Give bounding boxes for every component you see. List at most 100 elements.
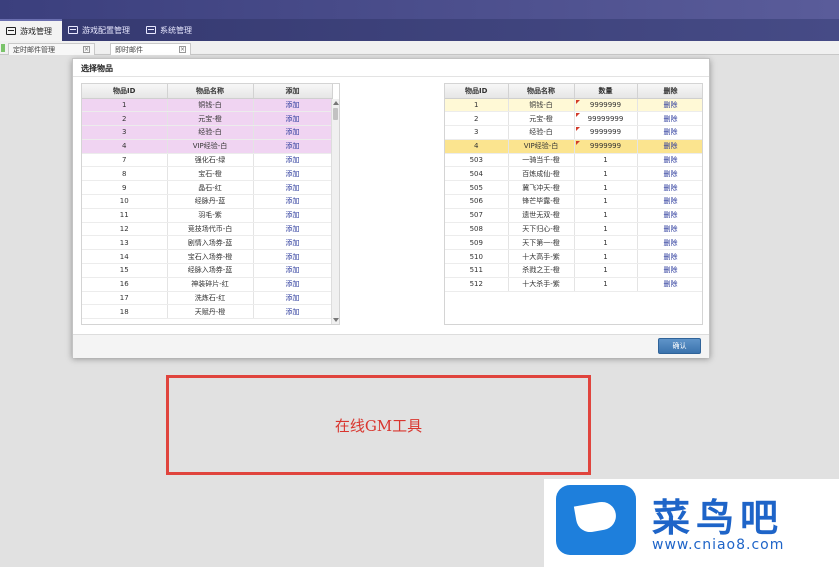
quantity-cell[interactable]: 9999999 (574, 125, 638, 140)
column-header[interactable]: 物品名称 (167, 84, 254, 99)
tab-instant-mail[interactable]: 即时邮件 × (110, 43, 191, 55)
quantity-cell[interactable]: 1 (574, 180, 638, 196)
delete-link[interactable]: 删除 (637, 263, 702, 278)
table-row[interactable]: 4 VIP经验-白 9999999 删除 (445, 139, 702, 154)
quantity-cell[interactable]: 9999999 (574, 139, 638, 154)
delete-link[interactable]: 删除 (637, 235, 702, 251)
delete-link[interactable]: 删除 (637, 139, 702, 154)
table-row[interactable]: 504 百炼成仙-橙 1 删除 (445, 166, 702, 182)
delete-link[interactable]: 删除 (637, 222, 702, 237)
menu-item-system-management[interactable]: 系统管理 (140, 19, 202, 41)
column-header[interactable]: 物品ID (82, 84, 168, 99)
add-link[interactable]: 添加 (253, 111, 333, 127)
delete-link[interactable]: 删除 (637, 98, 702, 113)
close-icon[interactable]: × (179, 46, 186, 53)
add-link[interactable]: 添加 (253, 235, 333, 251)
quantity-cell[interactable]: 1 (574, 235, 638, 251)
table-row[interactable]: 1 铜钱-白 添加 (82, 98, 333, 113)
delete-link[interactable]: 删除 (637, 194, 702, 209)
quantity-cell[interactable]: 1 (574, 249, 638, 265)
table-row[interactable]: 2 元宝-橙 99999999 删除 (445, 111, 702, 127)
table-row[interactable]: 3 经验-白 添加 (82, 125, 333, 140)
table-row[interactable]: 1 铜钱-白 9999999 删除 (445, 98, 702, 113)
menu-item-game-management[interactable]: 游戏管理 (0, 19, 62, 41)
delete-link[interactable]: 删除 (637, 277, 702, 292)
delete-link[interactable]: 删除 (637, 153, 702, 168)
quantity-cell[interactable]: 1 (574, 263, 638, 278)
item-id-cell: 4 (445, 139, 509, 154)
scrollbar-thumb[interactable] (333, 108, 338, 120)
quantity-cell[interactable]: 1 (574, 166, 638, 182)
confirm-button[interactable]: 确认 (658, 338, 701, 354)
table-row[interactable]: 2 元宝-橙 添加 (82, 111, 333, 127)
column-header[interactable]: 物品名称 (508, 84, 575, 99)
add-link[interactable]: 添加 (253, 125, 333, 140)
item-name-cell: 晶石-红 (167, 180, 254, 196)
add-link[interactable]: 添加 (253, 139, 333, 154)
column-header[interactable]: 删除 (637, 84, 702, 99)
table-row[interactable]: 4 VIP经验-白 添加 (82, 139, 333, 154)
add-link[interactable]: 添加 (253, 249, 333, 265)
table-row[interactable]: 17 洗炼石-红 添加 (82, 291, 333, 306)
table-row[interactable]: 14 宝石入场券-橙 添加 (82, 249, 333, 265)
table-row[interactable]: 18 天赋丹-橙 添加 (82, 304, 333, 320)
table-row[interactable]: 510 十大高手-紫 1 删除 (445, 249, 702, 265)
quantity-cell[interactable]: 99999999 (574, 111, 638, 127)
table-row[interactable]: 508 天下归心-橙 1 删除 (445, 222, 702, 237)
table-row[interactable]: 506 锋芒毕露-橙 1 删除 (445, 194, 702, 209)
add-link[interactable]: 添加 (253, 208, 333, 223)
table-row[interactable]: 10 经脉丹-蓝 添加 (82, 194, 333, 209)
table-row[interactable]: 12 竞技场代币-白 添加 (82, 222, 333, 237)
add-link[interactable]: 添加 (253, 194, 333, 209)
table-row[interactable]: 503 一骑当千-橙 1 删除 (445, 153, 702, 168)
table-row[interactable]: 511 杀戮之王-橙 1 删除 (445, 263, 702, 278)
quantity-cell[interactable]: 9999999 (574, 98, 638, 113)
table-row[interactable]: 507 遗世无双-橙 1 删除 (445, 208, 702, 223)
table-row[interactable]: 8 宝石-橙 添加 (82, 166, 333, 182)
table-row[interactable]: 15 经脉入场券-蓝 添加 (82, 263, 333, 278)
column-header[interactable]: 添加 (253, 84, 333, 99)
quantity-cell[interactable]: 1 (574, 153, 638, 168)
quantity-cell[interactable]: 1 (574, 194, 638, 209)
delete-link[interactable]: 删除 (637, 166, 702, 182)
add-link[interactable]: 添加 (253, 291, 333, 306)
quantity-cell[interactable]: 1 (574, 208, 638, 223)
quantity-cell[interactable]: 1 (574, 222, 638, 237)
add-link[interactable]: 添加 (253, 153, 333, 168)
table-row[interactable]: 9 晶石-红 添加 (82, 180, 333, 196)
item-id-cell: 508 (445, 222, 509, 237)
delete-link[interactable]: 删除 (637, 125, 702, 140)
item-name-cell: 铜钱-白 (508, 98, 575, 113)
close-icon[interactable]: × (83, 46, 90, 53)
column-header[interactable]: 数量 (574, 84, 638, 99)
menu-item-game-config[interactable]: 游戏配置管理 (62, 19, 140, 41)
table-row[interactable]: 3 经验-白 9999999 删除 (445, 125, 702, 140)
scroll-up-icon[interactable] (333, 101, 339, 105)
add-link[interactable]: 添加 (253, 98, 333, 113)
item-id-cell: 9 (82, 180, 168, 196)
table-row[interactable]: 11 羽毛-紫 添加 (82, 208, 333, 223)
delete-link[interactable]: 删除 (637, 180, 702, 196)
table-header-row: 物品ID 物品名称 数量 删除 (445, 84, 702, 99)
add-link[interactable]: 添加 (253, 180, 333, 196)
add-link[interactable]: 添加 (253, 304, 333, 320)
delete-link[interactable]: 删除 (637, 249, 702, 265)
table-row[interactable]: 509 天下第一-橙 1 删除 (445, 235, 702, 251)
table-row[interactable]: 7 强化石-绿 添加 (82, 153, 333, 168)
table-row[interactable]: 13 剧情入场券-蓝 添加 (82, 235, 333, 251)
table-row[interactable]: 512 十大杀手-紫 1 删除 (445, 277, 702, 292)
add-link[interactable]: 添加 (253, 277, 333, 292)
column-header[interactable]: 物品ID (445, 84, 509, 99)
scroll-down-icon[interactable] (333, 318, 339, 322)
table-row[interactable]: 505 冀飞冲天-橙 1 删除 (445, 180, 702, 196)
vertical-scrollbar[interactable] (331, 99, 339, 324)
tab-scheduled-mail[interactable]: 定时邮件管理 × (8, 43, 95, 55)
item-id-cell: 8 (82, 166, 168, 182)
add-link[interactable]: 添加 (253, 222, 333, 237)
add-link[interactable]: 添加 (253, 263, 333, 278)
delete-link[interactable]: 删除 (637, 111, 702, 127)
delete-link[interactable]: 删除 (637, 208, 702, 223)
add-link[interactable]: 添加 (253, 166, 333, 182)
table-row[interactable]: 16 神装碎片-红 添加 (82, 277, 333, 292)
quantity-cell[interactable]: 1 (574, 277, 638, 292)
